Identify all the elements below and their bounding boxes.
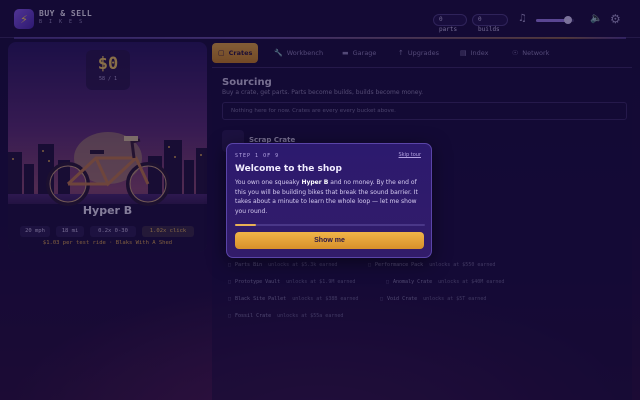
tutorial-body-bike: Hyper B: [301, 179, 329, 186]
skip-tour-link[interactable]: Skip tour: [399, 152, 421, 158]
tutorial-progress: [235, 224, 425, 226]
tutorial-step: STEP 1 OF 9: [235, 153, 280, 159]
tutorial-body-text: You own one squeaky: [235, 179, 302, 186]
show-me-button[interactable]: Show me: [235, 232, 424, 249]
tutorial-dialog: STEP 1 OF 9 Skip tour Welcome to the sho…: [226, 143, 432, 258]
tutorial-body: You own one squeaky Hyper B and no money…: [235, 178, 425, 216]
tutorial-title: Welcome to the shop: [235, 164, 342, 174]
tutorial-progress-fill: [235, 224, 256, 226]
